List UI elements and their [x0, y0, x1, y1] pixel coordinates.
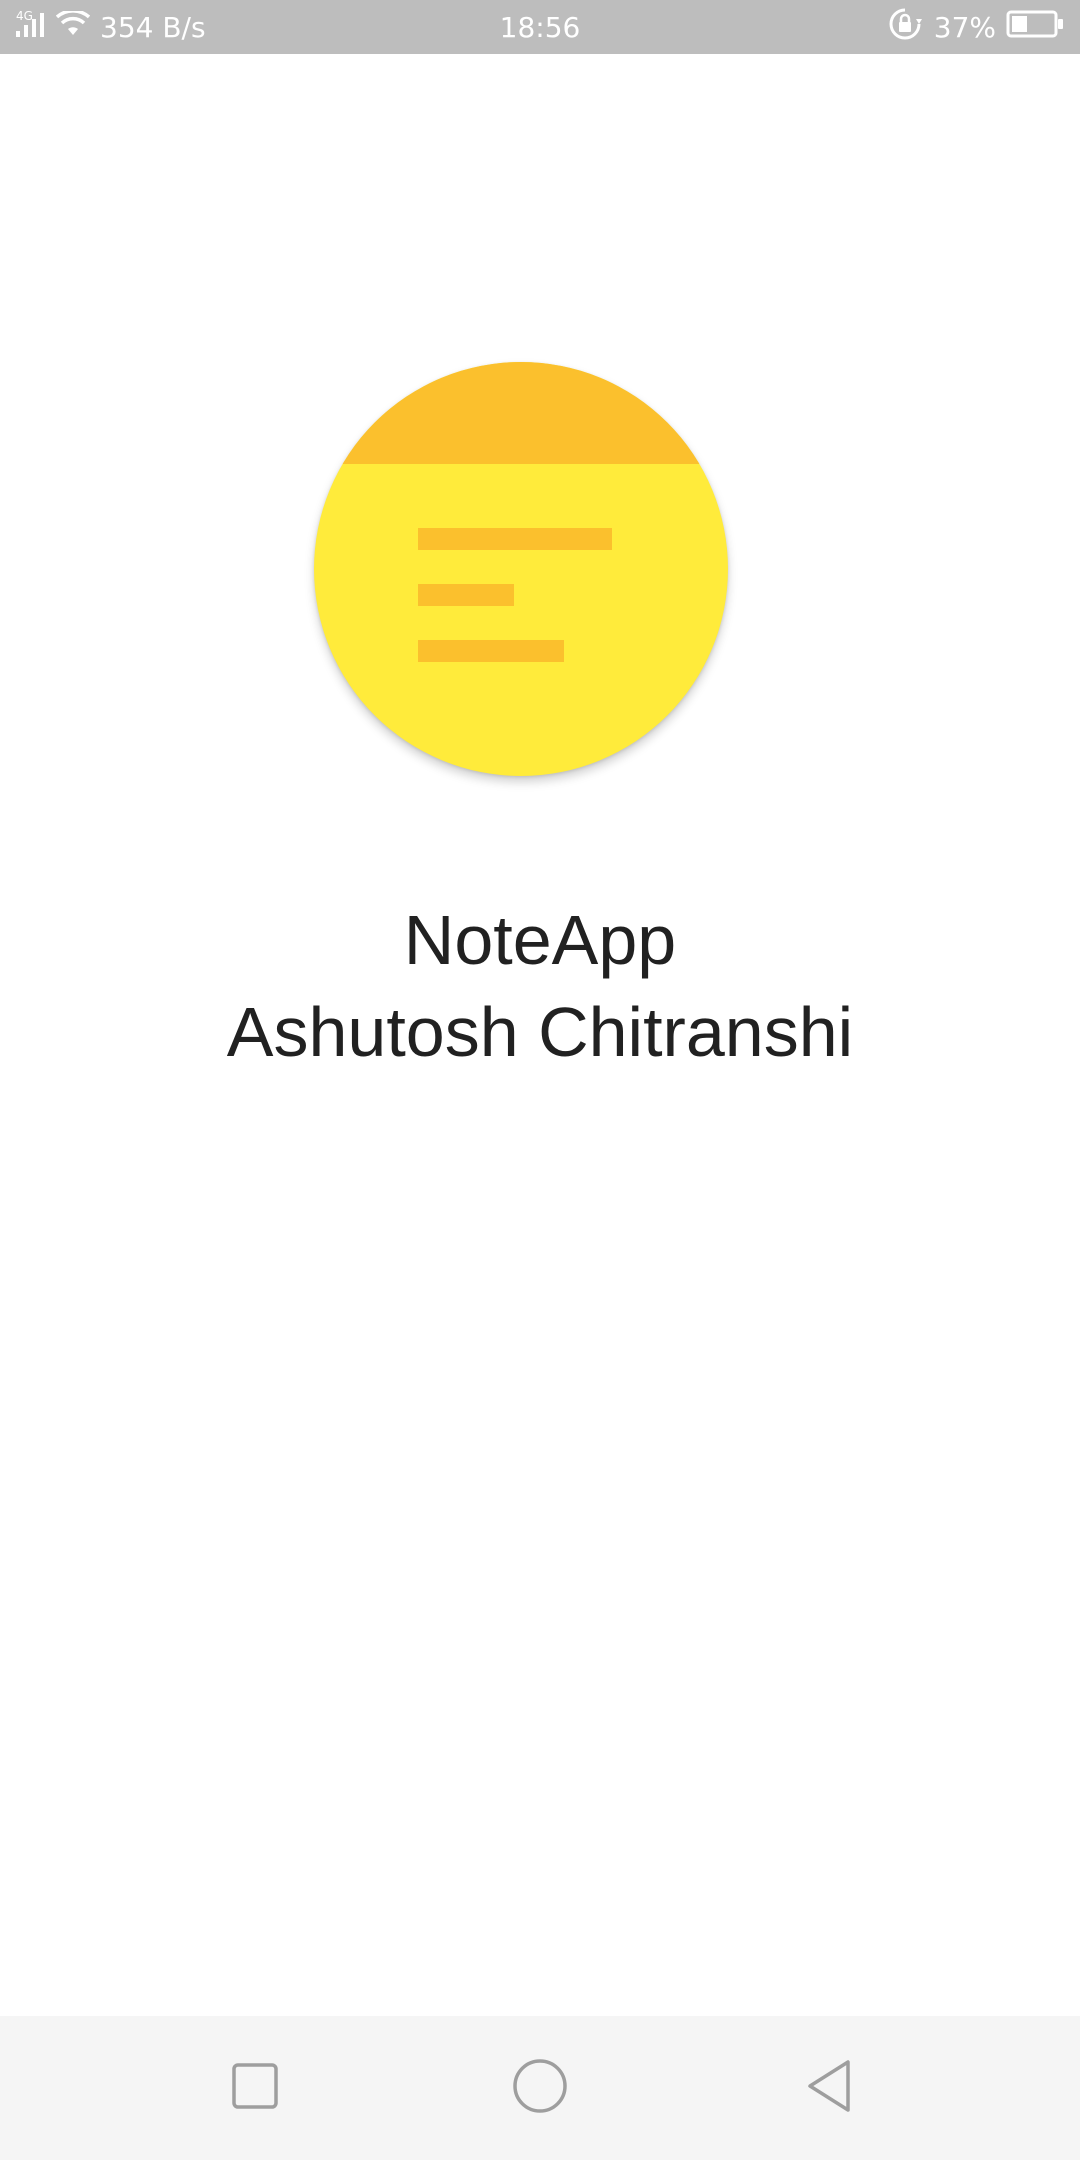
navigation-bar: [0, 2016, 1080, 2160]
home-button[interactable]: [510, 2058, 570, 2118]
logo-header-band: [314, 362, 728, 464]
status-bar: 4G 354 B/s 18:56 37%: [0, 0, 1080, 54]
splash-screen: 4G 354 B/s 18:56 37% NoteApp Ashutosh Ch…: [0, 0, 1080, 2160]
recent-apps-button[interactable]: [225, 2058, 285, 2118]
rotation-lock-icon: [888, 7, 922, 48]
clock: 18:56: [499, 10, 581, 44]
status-right: 37%: [888, 0, 1064, 54]
back-icon: [804, 2058, 856, 2119]
note-icon: [314, 362, 728, 776]
logo-line: [418, 584, 514, 606]
network-type-label: 4G: [16, 9, 33, 23]
back-button[interactable]: [800, 2058, 860, 2118]
logo-line: [418, 640, 564, 662]
recent-apps-icon: [231, 2062, 279, 2115]
status-left: 4G 354 B/s: [14, 0, 206, 54]
network-speed: 354 B/s: [100, 10, 206, 44]
author-name: Ashutosh Chitranshi: [226, 993, 854, 1071]
wifi-icon: [55, 8, 91, 44]
battery-icon: [1006, 10, 1064, 45]
logo-line: [418, 528, 612, 550]
battery-percent: 37%: [933, 10, 996, 44]
home-icon: [512, 2058, 568, 2119]
app-name: NoteApp: [403, 901, 677, 979]
